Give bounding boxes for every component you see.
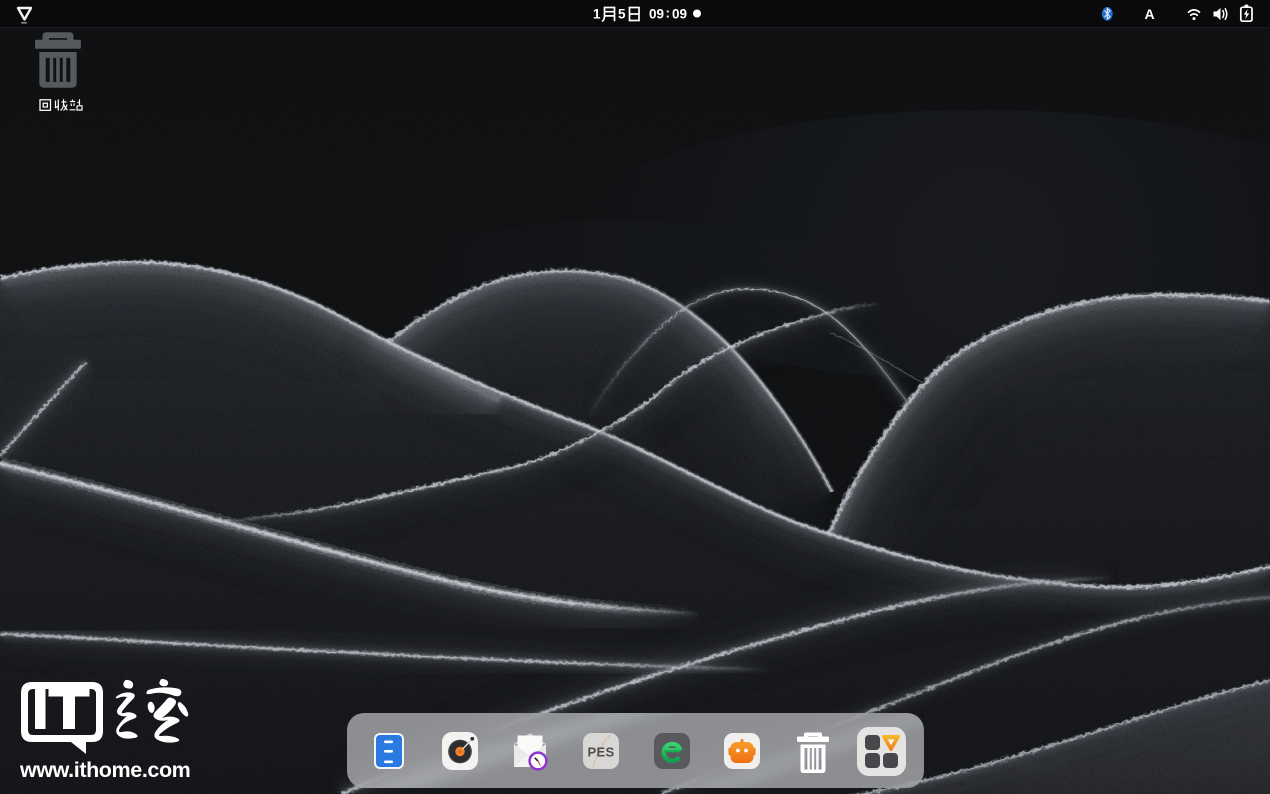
svg-text:PES: PES xyxy=(588,745,615,760)
svg-text:A: A xyxy=(1145,6,1155,22)
svg-text:09: 09 xyxy=(672,7,687,22)
svg-text:1: 1 xyxy=(593,7,601,22)
svg-text::: : xyxy=(666,6,671,21)
svg-text:5: 5 xyxy=(618,7,626,22)
svg-text:09: 09 xyxy=(649,7,664,22)
svg-text:www.ithome.com: www.ithome.com xyxy=(20,758,190,782)
